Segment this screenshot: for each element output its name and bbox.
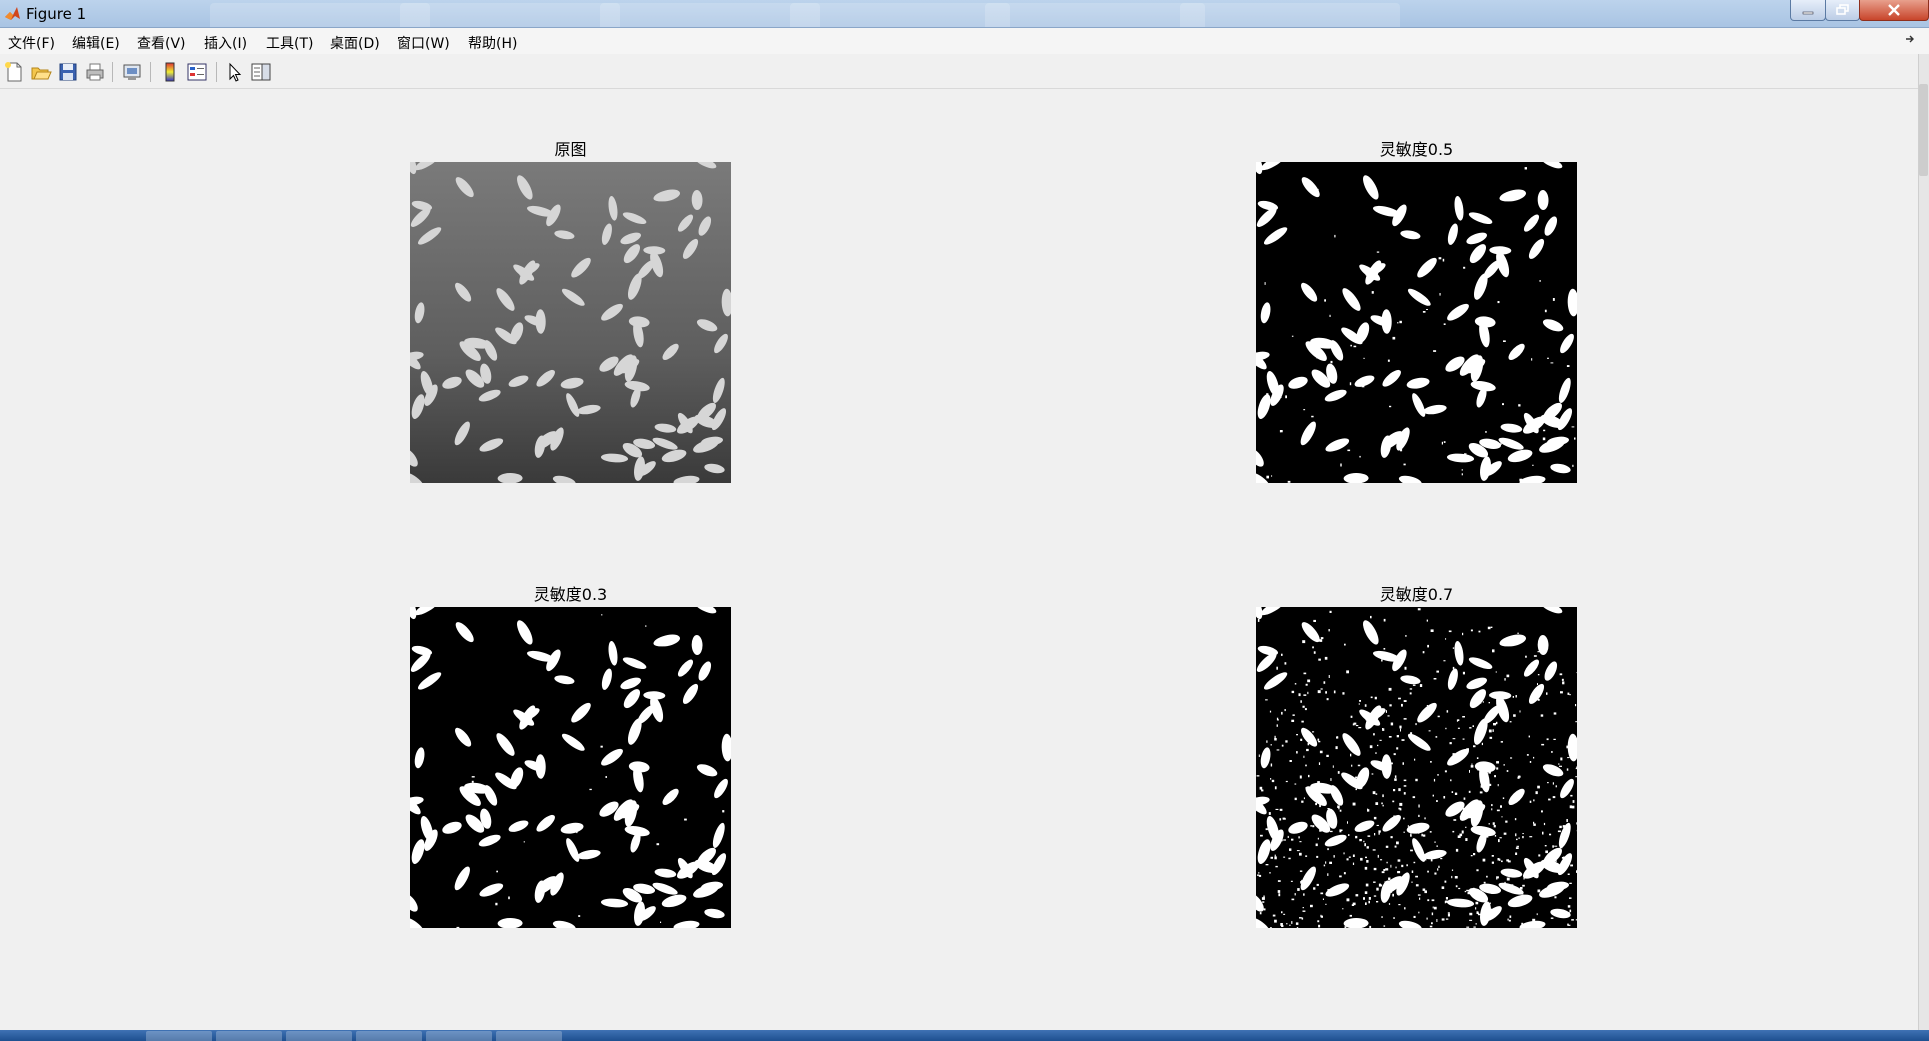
close-button[interactable] (1859, 0, 1929, 21)
figure-toolbar (0, 54, 1929, 89)
colorbar-icon (165, 62, 175, 82)
subplot-original[interactable] (410, 162, 731, 483)
image-original-rice (410, 162, 731, 483)
menu-tools[interactable]: 工具(T) (266, 33, 313, 53)
minimize-icon (1802, 11, 1814, 15)
taskbar-button[interactable] (146, 1031, 212, 1041)
print-icon (86, 63, 104, 81)
edit-plot-arrow-icon (229, 62, 242, 82)
edit-plot-button[interactable] (224, 61, 246, 83)
minimize-button[interactable] (1790, 0, 1826, 21)
close-icon (1888, 4, 1900, 16)
colorbar-button[interactable] (159, 61, 181, 83)
open-file-icon (31, 67, 52, 80)
background-tab (600, 3, 820, 27)
taskbar-button[interactable] (426, 1031, 492, 1041)
background-tab (210, 3, 430, 27)
restore-button[interactable] (1825, 0, 1860, 21)
subplot-title-original: 原图 (554, 140, 587, 159)
taskbar-button[interactable] (496, 1031, 562, 1041)
legend-icon (187, 63, 207, 81)
background-tab (1180, 3, 1400, 27)
legend-button[interactable] (186, 61, 208, 83)
subplot-title-sensitivity-05: 灵敏度0.5 (1379, 140, 1454, 159)
taskbar-button[interactable] (356, 1031, 422, 1041)
toolbar-separator (216, 62, 217, 82)
menu-help[interactable]: 帮助(H) (468, 33, 517, 53)
background-tab (400, 3, 620, 27)
image-binary-sensitivity-03 (410, 607, 731, 928)
dock-arrow-icon[interactable] (1904, 33, 1916, 45)
open-file-button[interactable] (30, 61, 52, 83)
taskbar-button[interactable] (216, 1031, 282, 1041)
scrollbar-thumb[interactable] (1919, 84, 1928, 176)
property-editor-button[interactable] (250, 61, 272, 83)
title-bar[interactable]: Figure 1 (0, 0, 1929, 28)
property-editor-icon (251, 63, 271, 81)
menu-insert[interactable]: 插入(I) (204, 33, 247, 53)
menu-edit[interactable]: 编辑(E) (72, 33, 120, 53)
toolbar-separator (112, 62, 113, 82)
print-button[interactable] (84, 61, 106, 83)
background-tab (790, 3, 1010, 27)
save-button[interactable] (57, 61, 79, 83)
subplot-title-sensitivity-03: 灵敏度0.3 (533, 585, 608, 604)
taskbar-button[interactable] (286, 1031, 352, 1041)
save-icon (59, 63, 77, 81)
toolbar-separator (150, 62, 151, 82)
menu-file[interactable]: 文件(F) (8, 33, 55, 53)
restore-icon (1835, 4, 1849, 15)
window-title: Figure 1 (26, 5, 87, 23)
matlab-logo-icon (5, 7, 20, 20)
subplot-sensitivity-05[interactable] (1256, 162, 1577, 483)
subplot-title-sensitivity-07: 灵敏度0.7 (1379, 585, 1454, 604)
menu-window[interactable]: 窗口(W) (397, 33, 450, 53)
menu-view[interactable]: 查看(V) (137, 33, 186, 53)
new-figure-button[interactable] (3, 61, 25, 83)
print-preview-button[interactable] (121, 61, 143, 83)
image-binary-sensitivity-05 (1256, 162, 1577, 483)
background-tab (985, 3, 1205, 27)
subplot-sensitivity-07[interactable] (1256, 607, 1577, 928)
image-binary-sensitivity-07 (1256, 607, 1577, 928)
new-figure-icon (5, 62, 22, 82)
menu-desktop[interactable]: 桌面(D) (330, 33, 380, 53)
print-preview-icon (123, 64, 141, 80)
subplot-sensitivity-03[interactable] (410, 607, 731, 928)
vertical-scrollbar[interactable] (1918, 54, 1929, 1032)
menu-bar: 文件(F) 编辑(E) 查看(V) 插入(I) 工具(T) 桌面(D) 窗口(W… (0, 28, 1929, 54)
